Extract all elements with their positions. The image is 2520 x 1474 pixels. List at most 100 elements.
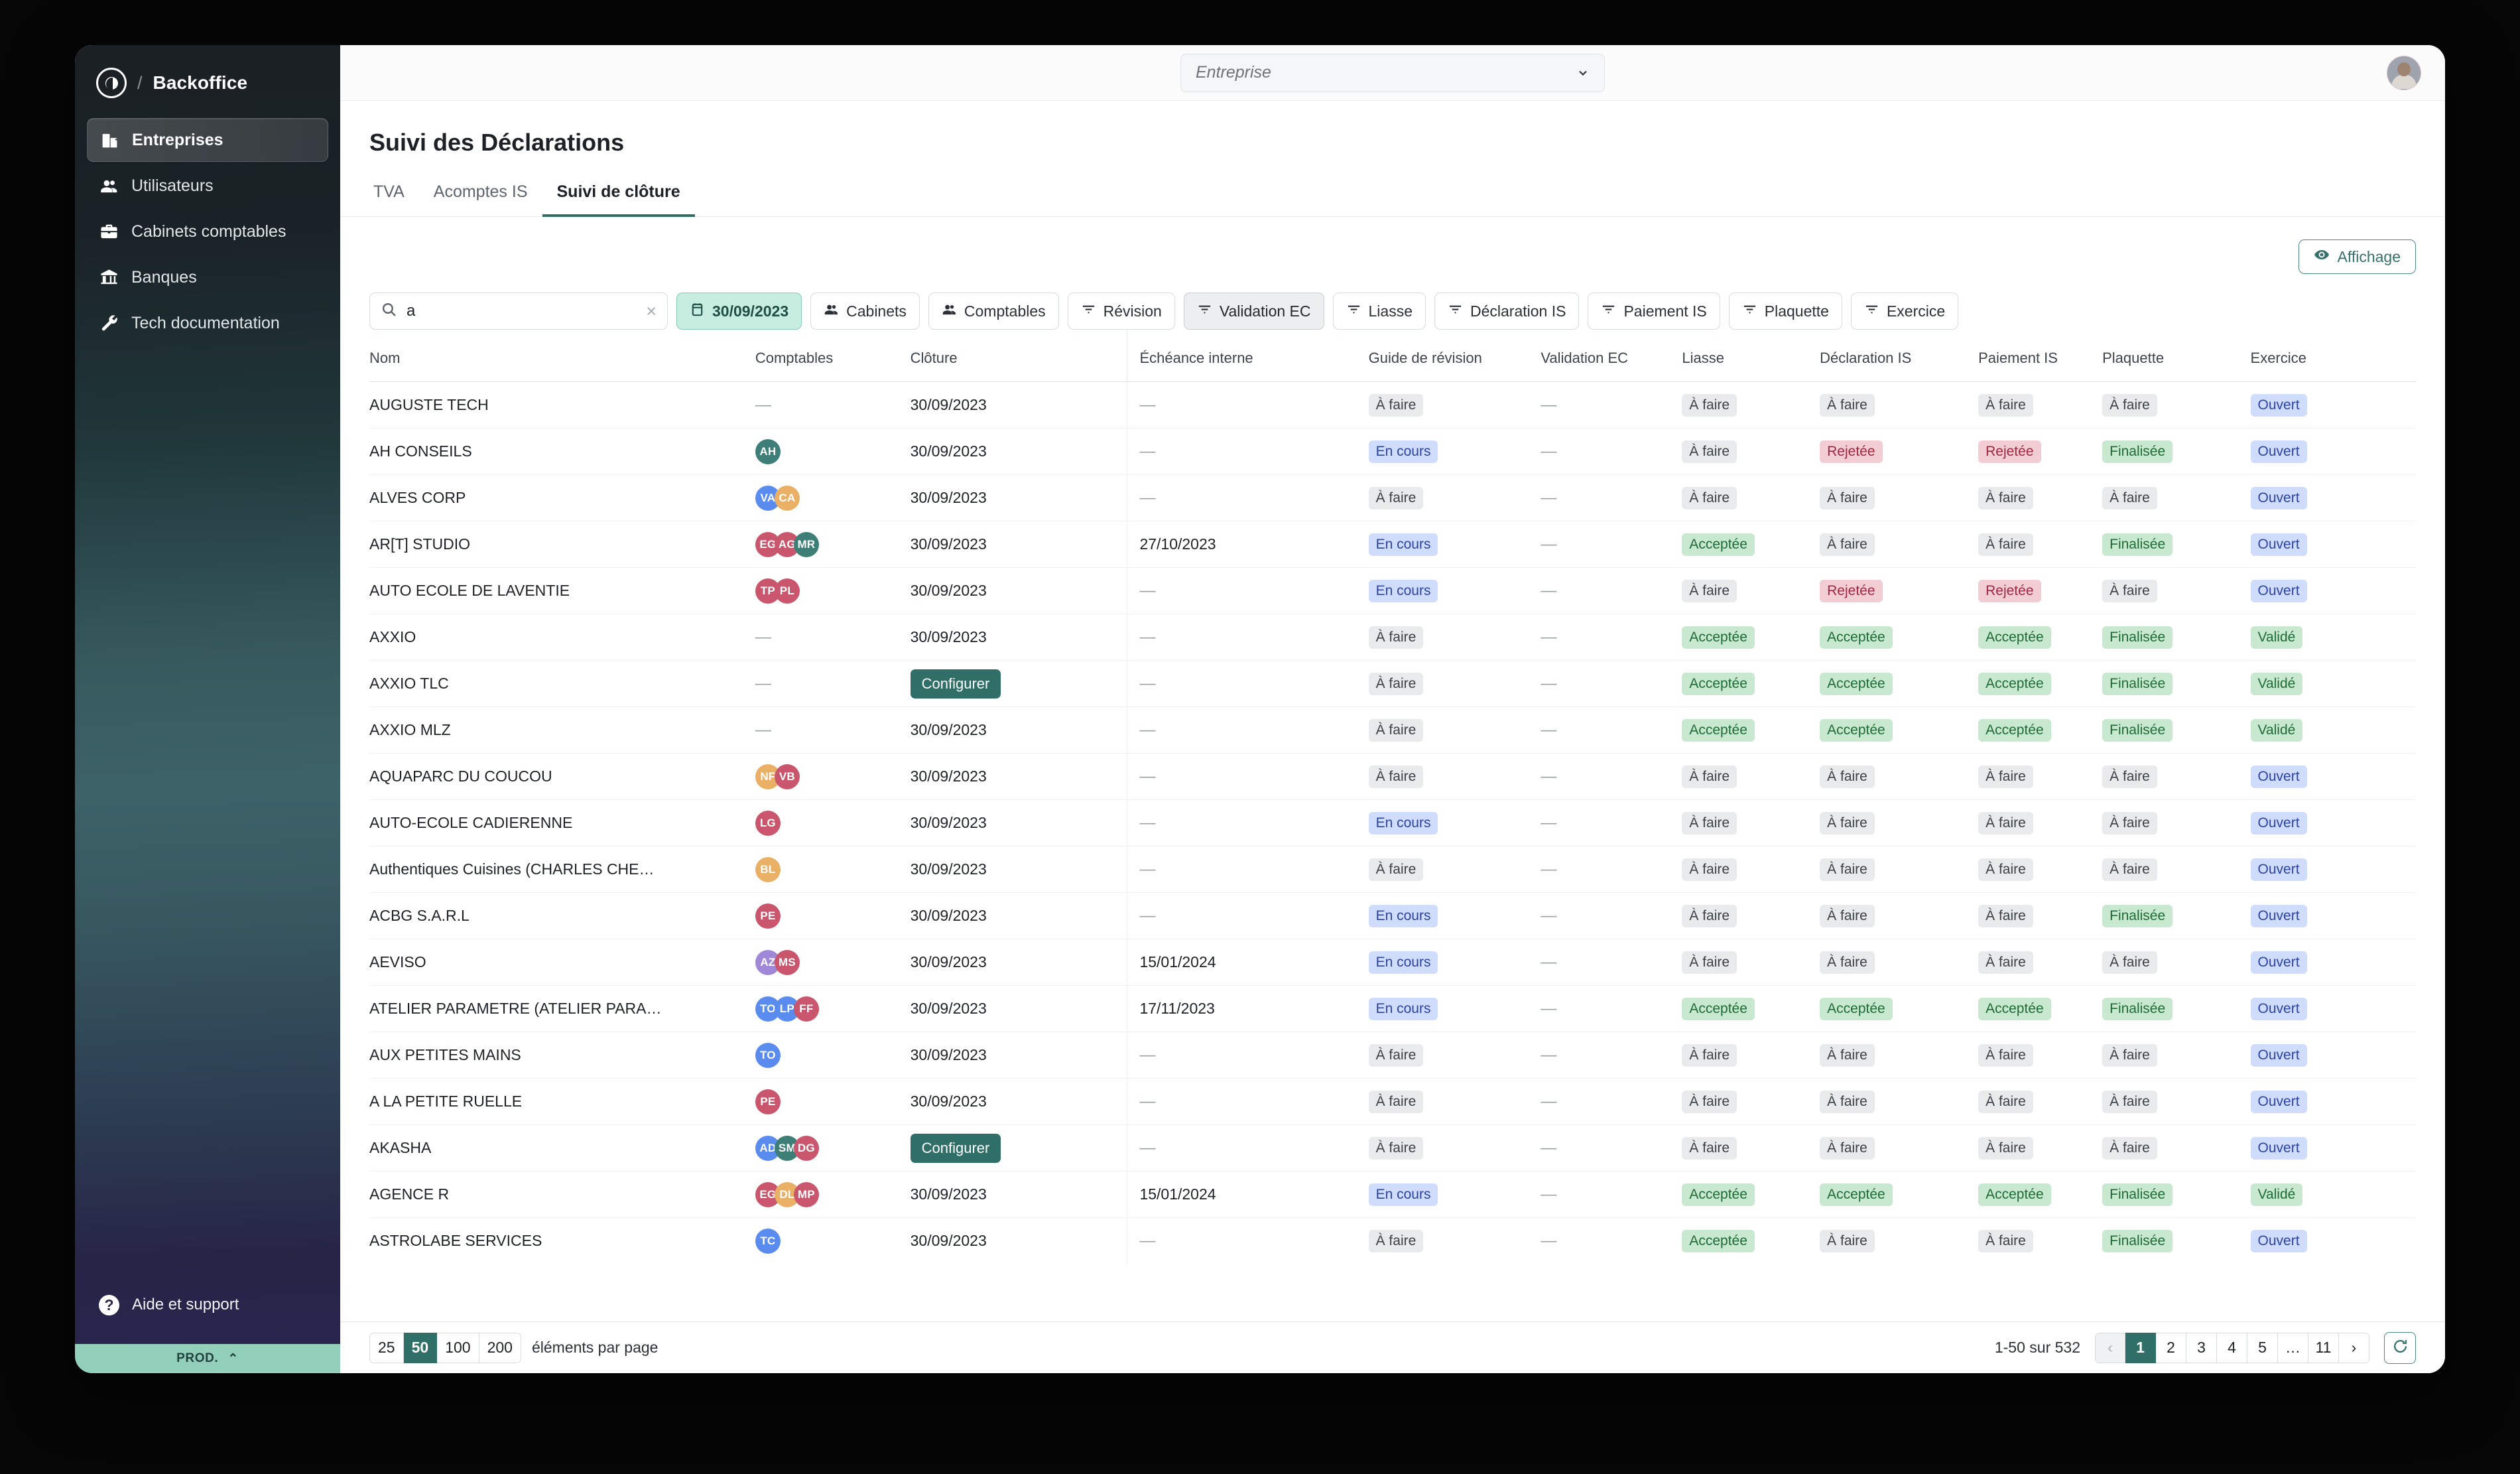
per-page-option-25[interactable]: 25 [369,1332,404,1363]
page-button-›[interactable]: › [2339,1332,2369,1363]
configurer-button[interactable]: Configurer [910,1133,1001,1163]
col-paiement-is[interactable]: Paiement IS [1978,330,2103,382]
env-switcher[interactable]: PROD. ⌃ [75,1344,340,1373]
table-row[interactable]: AGENCE R EG DL MP 30/09/2023 15/01/2024 En cou… [369,1171,2416,1218]
filter-chip-paiement-is[interactable]: Paiement IS [1588,293,1720,330]
table-row[interactable]: AXXIO TLC — Configurer — À faire — Acceptée Acc… [369,660,2416,707]
filter-chip-validation-ec[interactable]: Validation EC [1183,293,1324,330]
table-row[interactable]: Authentiques Cuisines (CHARLES CHE… BL 30/… [369,846,2416,893]
avatar[interactable]: MP [793,1181,819,1207]
status-badge: Validé [2250,626,2303,649]
avatar[interactable]: FF [793,996,819,1022]
table-row[interactable]: ASTROLABE SERVICES TC 30/09/2023 — À faire — A… [369,1217,2416,1264]
cell-declaration-is: Acceptée [1820,1171,1979,1218]
sidebar-item-utilisateurs[interactable]: Utilisateurs [87,164,328,208]
cloture-date: 30/09/2023 [910,721,987,738]
avatar[interactable]: MS [774,949,800,975]
avatar[interactable]: TO [755,1042,781,1068]
avatar[interactable]: BL [755,856,781,882]
table-row[interactable]: AXXIO MLZ — 30/09/2023 — À faire — Acceptée Acc… [369,706,2416,754]
entreprise-select[interactable]: Entreprise [1180,53,1605,92]
user-avatar[interactable] [2387,55,2421,90]
col-liasse[interactable]: Liasse [1682,330,1820,382]
affichage-button[interactable]: Affichage [2298,239,2416,274]
cell-comptables: TO [755,1032,911,1079]
per-page-option-100[interactable]: 100 [437,1332,479,1363]
filter-chip-revision[interactable]: Révision [1067,293,1175,330]
filter-chip-comptables[interactable]: Comptables [928,293,1059,330]
table-row[interactable]: ALVES CORP VA CA 30/09/2023 — À faire — À faire… [369,474,2416,521]
page-button-3[interactable]: 3 [2186,1332,2217,1363]
table-row[interactable]: AUTO ECOLE DE LAVENTIE TP PL 30/09/2023 — En … [369,567,2416,614]
filter-chip-plaquette[interactable]: Plaquette [1728,293,1842,330]
page-button-…[interactable]: … [2278,1332,2308,1363]
col-comptables[interactable]: Comptables [755,330,911,382]
tab-suivi-de-cloture[interactable]: Suivi de clôture [542,182,695,217]
filter-chip-liasse[interactable]: Liasse [1332,293,1426,330]
col-validation-ec[interactable]: Validation EC [1541,330,1682,382]
filter-chip-exercice[interactable]: Exercice [1850,293,1959,330]
per-page-option-50[interactable]: 50 [403,1332,438,1363]
avatar[interactable]: MR [793,531,819,557]
tab-tva[interactable]: TVA [369,182,419,217]
avatar[interactable]: VB [774,764,800,789]
cell-guide-de-revision: En cours [1368,892,1541,939]
sidebar-item-cabinets-comptables[interactable]: Cabinets comptables [87,210,328,253]
col-nom[interactable]: Nom [369,330,755,382]
sidebar-item-entreprises[interactable]: Entreprises [87,118,328,162]
table-head: Nom Comptables Clôture Échéance interne … [369,330,2416,382]
status-badge: À faire [1820,1043,1875,1067]
brand[interactable]: / Backoffice [75,45,340,115]
table-row[interactable]: AXXIO — 30/09/2023 — À faire — Acceptée Accepté… [369,614,2416,661]
per-page-option-200[interactable]: 200 [479,1332,521,1363]
configurer-button[interactable]: Configurer [910,669,1001,699]
table-row[interactable]: AKASHA AD SM DG Configurer — À faire — À faire À … [369,1124,2416,1172]
page-button-11[interactable]: 11 [2308,1332,2339,1363]
avatar[interactable]: PE [755,903,781,929]
col-guide-de-revision[interactable]: Guide de révision [1368,330,1541,382]
table-row[interactable]: ATELIER PARAMETRE (ATELIER PARA… TO LP FF 30… [369,985,2416,1032]
col-declaration-is[interactable]: Déclaration IS [1820,330,1979,382]
table-row[interactable]: AUX PETITES MAINS TO 30/09/2023 — À faire — À … [369,1032,2416,1079]
refresh-button[interactable] [2384,1331,2416,1364]
table-row[interactable]: AEVISO AZ MS 30/09/2023 15/01/2024 En cours — À… [369,939,2416,986]
cell-declaration-is: À faire [1820,846,1979,893]
table-row[interactable]: AH CONSEILS AH 30/09/2023 — En cours — À faire… [369,428,2416,475]
clear-search-icon[interactable]: × [646,302,657,320]
table-row[interactable]: A LA PETITE RUELLE PE 30/09/2023 — À faire — À… [369,1078,2416,1125]
table-row[interactable]: AQUAPARC DU COUCOU NF VB 30/09/2023 — À faire… [369,753,2416,800]
avatar[interactable]: PE [755,1089,781,1114]
avatar[interactable]: PL [774,578,800,604]
filter-chip-cabinets[interactable]: Cabinets [810,293,920,330]
help-and-support-link[interactable]: ? Aide et support [75,1282,340,1328]
avatar[interactable]: DG [793,1135,819,1161]
sidebar-item-banques[interactable]: Banques [87,255,328,299]
status-badge: Validé [2250,1183,2303,1206]
avatar[interactable]: CA [774,485,800,511]
page-button-1[interactable]: 1 [2125,1332,2156,1363]
table-row[interactable]: AUTO-ECOLE CADIERENNE LG 30/09/2023 — En cou… [369,799,2416,846]
sidebar-item-tech-documentation[interactable]: Tech documentation [87,301,328,345]
col-cloture[interactable]: Clôture [910,330,1127,382]
table-row[interactable]: ACBG S.A.R.L PE 30/09/2023 — En cours — À fair… [369,892,2416,939]
table-row[interactable]: AUGUSTE TECH — 30/09/2023 — À faire — À faire À… [369,381,2416,429]
filter-chip-declaration-is[interactable]: Déclaration IS [1434,293,1580,330]
filter-chip-date[interactable]: 30/09/2023 [676,293,802,330]
table-row[interactable]: AR[T] STUDIO EG AG MR 30/09/2023 27/10/2023 En… [369,521,2416,568]
col-echeance-interne[interactable]: Échéance interne [1127,330,1369,382]
bank-icon [99,267,119,287]
page-button-5[interactable]: 5 [2247,1332,2278,1363]
page-button-4[interactable]: 4 [2217,1332,2247,1363]
cell-guide-de-revision: À faire [1368,474,1541,521]
avatar[interactable]: LG [755,810,781,836]
search-input[interactable] [407,302,637,320]
col-exercice[interactable]: Exercice [2250,330,2416,382]
avatar[interactable]: AH [755,438,781,464]
col-plaquette[interactable]: Plaquette [2102,330,2251,382]
avatar[interactable]: TC [755,1228,781,1254]
page-button-‹[interactable]: ‹ [2095,1332,2125,1363]
tab-acomptes-is[interactable]: Acomptes IS [419,182,542,217]
help-label: Aide et support [132,1296,239,1313]
search-box[interactable]: × [369,293,668,330]
page-button-2[interactable]: 2 [2156,1332,2186,1363]
